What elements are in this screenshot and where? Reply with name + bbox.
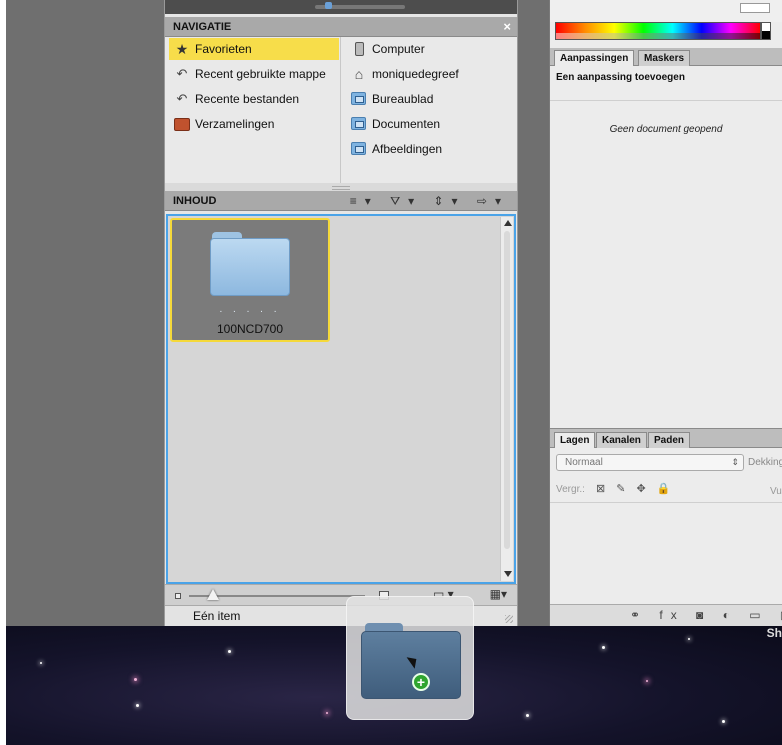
star (722, 720, 725, 723)
nav-item-label: Favorieten (195, 42, 252, 56)
nav-item-pictures[interactable]: Afbeeldingen (346, 138, 516, 160)
content-toolbar[interactable]: ≡▾ ⛛▾ ⇕▾ ⇨▾ (350, 191, 509, 211)
nav-item-home[interactable]: ⌂ moniquedegreef (346, 63, 516, 85)
small-thumbnail-icon[interactable] (175, 593, 181, 599)
recent-files-icon: ↶ (176, 91, 188, 106)
blend-mode-select[interactable]: Normaal ⇕ (556, 454, 744, 471)
computer-icon (351, 41, 367, 57)
navigation-header: NAVIGATIE × (165, 17, 517, 37)
nav-item-label: Verzamelingen (195, 117, 275, 131)
nav-item-recent-folders[interactable]: ↶ Recent gebruikte mappe (169, 63, 339, 85)
navigation-left-column: ★ Favorieten ↶ Recent gebruikte mappe ↶ … (165, 37, 341, 183)
star (688, 638, 690, 640)
status-text: Eén item (193, 609, 241, 623)
nav-item-label: Recente bestanden (195, 92, 300, 106)
content-area[interactable]: . . . . . 100NCD700 (166, 214, 516, 584)
content-header: INHOUD ≡▾ ⛛▾ ⇕▾ ⇨▾ (165, 191, 517, 211)
layers-tabs: Lagen Kanalen Paden (550, 428, 782, 448)
tab-masks[interactable]: Maskers (638, 50, 691, 66)
resize-grip-icon[interactable] (505, 615, 513, 623)
tab-paths[interactable]: Paden (648, 432, 691, 448)
grid-view-button[interactable]: ▦▾ (490, 587, 507, 601)
star (602, 646, 605, 649)
layers-footer: ⚭ fx ◙ ◐ ▭ ▢ (550, 604, 782, 626)
top-strip (550, 0, 782, 22)
chevron-updown-icon: ⇕ (731, 457, 739, 467)
photoshop-panels: Aanpassingen Maskers Een aanpassing toev… (549, 0, 782, 626)
bridge-panel: NAVIGATIE × ★ Favorieten ↶ Recent gebrui… (164, 0, 518, 626)
nav-item-label: Afbeeldingen (372, 142, 443, 156)
nav-item-label: moniquedegreef (372, 67, 459, 81)
folder-icon (351, 117, 366, 130)
nav-item-label: Recent gebruikte mappe (195, 67, 326, 81)
star (228, 650, 231, 653)
navigation-right-column: Computer ⌂ moniquedegreef Bureaublad Doc… (342, 37, 518, 183)
strip-icon (325, 2, 332, 9)
divider (550, 100, 782, 101)
nav-item-label: Bureaublad (372, 92, 434, 106)
close-icon[interactable]: × (503, 17, 511, 37)
no-document-message: Geen document geopend (609, 124, 723, 135)
scroll-up-arrow-icon[interactable] (504, 220, 512, 226)
star-icon: ★ (175, 41, 189, 57)
slider-handle[interactable] (207, 589, 219, 600)
folder-icon (351, 142, 366, 155)
nav-item-collections[interactable]: Verzamelingen (169, 113, 339, 135)
star (646, 680, 648, 682)
nav-item-label: Computer (372, 42, 425, 56)
color-swatch[interactable] (740, 3, 770, 13)
folder-thumbnail[interactable]: . . . . . 100NCD700 (170, 218, 330, 342)
tab-adjustments[interactable]: Aanpassingen (554, 50, 635, 66)
top-strip (165, 0, 517, 14)
screen: Sh NAVIGATIE × ★ Favorieten ↶ Recent geb… (6, 0, 782, 745)
adjustments-tabs: Aanpassingen Maskers (550, 48, 782, 66)
nav-item-documents[interactable]: Documenten (346, 113, 516, 135)
black-white-swatch[interactable] (761, 22, 771, 40)
folder-name: 100NCD700 (216, 322, 284, 336)
nav-item-recent-files[interactable]: ↶ Recente bestanden (169, 88, 339, 110)
blend-mode-value: Normaal (565, 457, 603, 468)
opacity-label: Dekking (748, 457, 782, 468)
folder-body (210, 238, 290, 296)
layer-action-icons[interactable]: ⚭ fx ◙ ◐ ▭ ▢ (630, 608, 782, 622)
star (136, 704, 139, 707)
home-icon: ⌂ (354, 66, 364, 82)
lock-icons[interactable]: ⊠ ✎ ✥ 🔒 (596, 482, 675, 495)
star (40, 662, 42, 664)
folder-body (361, 631, 461, 699)
panel-split-handle[interactable] (165, 183, 517, 191)
star (134, 678, 137, 681)
scroll-track[interactable] (504, 231, 510, 549)
nav-item-computer[interactable]: Computer (346, 38, 516, 60)
nav-item-desktop[interactable]: Bureaublad (346, 88, 516, 110)
star (526, 714, 529, 717)
adjustment-title: Een aanpassing toevoegen (556, 72, 685, 83)
nav-item-label: Documenten (372, 117, 441, 131)
vertical-scrollbar[interactable] (500, 217, 513, 581)
content-title: INHOUD (173, 195, 217, 207)
folder-icon (351, 92, 366, 105)
divider (550, 502, 782, 503)
rating-dots[interactable]: . . . . . (172, 304, 328, 315)
collections-icon (174, 116, 190, 132)
navigation-title: NAVIGATIE (173, 21, 232, 33)
scroll-down-arrow-icon[interactable] (504, 571, 512, 577)
star (326, 712, 328, 714)
desktop-label: Sh (766, 626, 782, 640)
fill-label: Vu (770, 486, 782, 497)
tab-layers[interactable]: Lagen (554, 432, 596, 448)
folder-icon (210, 232, 290, 296)
recent-folders-icon: ↶ (176, 66, 188, 81)
color-spectrum[interactable] (555, 22, 761, 40)
nav-item-favorites[interactable]: ★ Favorieten (169, 38, 339, 60)
copy-plus-icon: + (412, 673, 430, 691)
navigation-area: ★ Favorieten ↶ Recent gebruikte mappe ↶ … (165, 37, 517, 183)
lock-label: Vergr.: (556, 484, 585, 495)
tab-channels[interactable]: Kanalen (596, 432, 647, 448)
